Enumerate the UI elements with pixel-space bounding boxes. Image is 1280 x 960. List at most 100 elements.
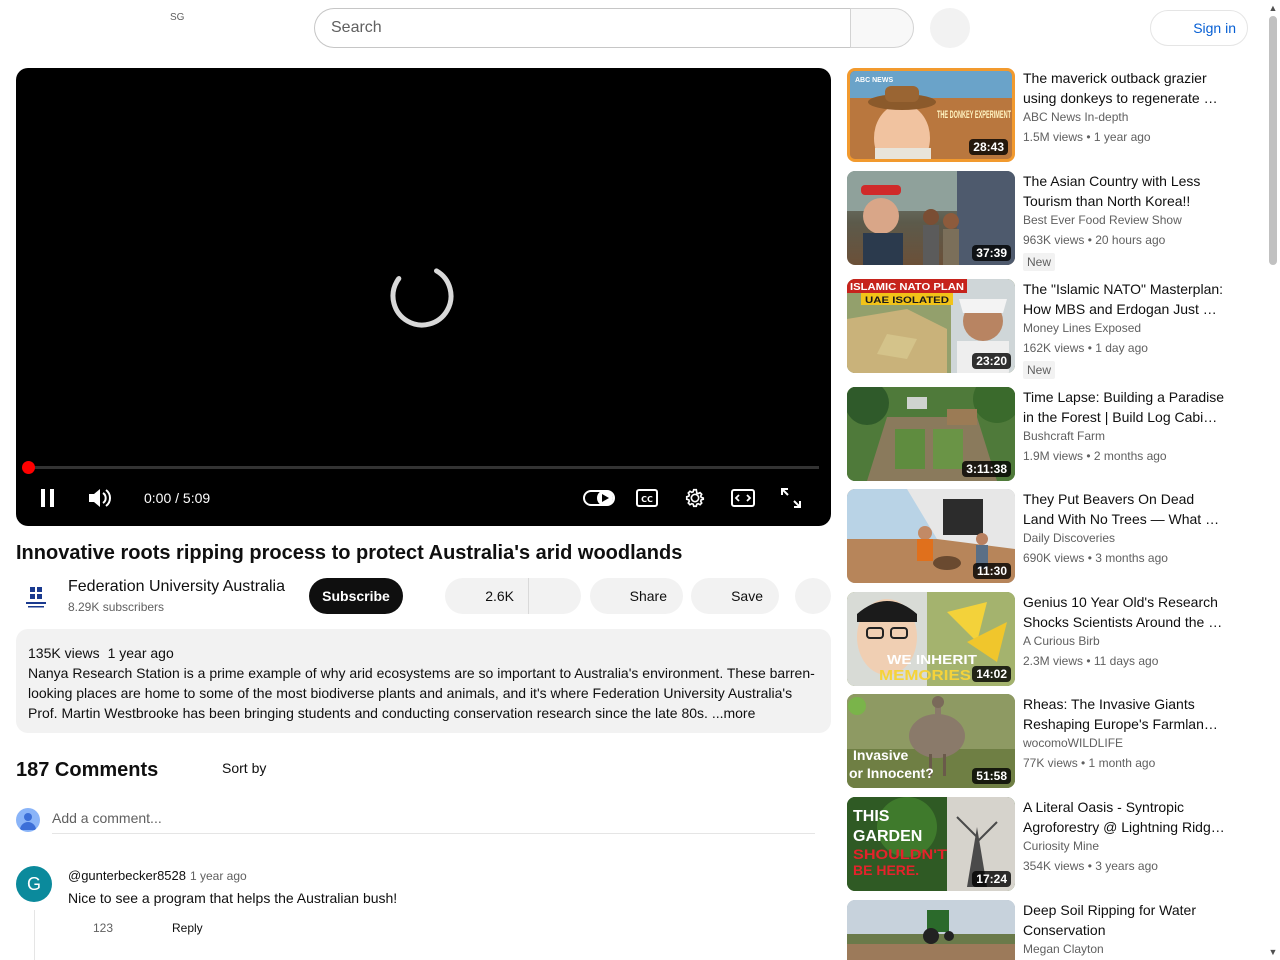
add-comment-input[interactable]: Add a comment...: [52, 810, 815, 834]
video-thumbnail[interactable]: [847, 900, 1015, 960]
video-title: Innovative roots ripping process to prot…: [16, 542, 683, 564]
channel-name[interactable]: ABC News In-depth: [1023, 110, 1128, 124]
video-title-link[interactable]: The Asian Country with Less Tourism than…: [1023, 171, 1228, 211]
description-body: Nanya Research Station is a prime exampl…: [28, 665, 815, 721]
save-button[interactable]: Save: [691, 578, 779, 614]
video-title-link[interactable]: Rheas: The Invasive Giants Reshaping Eur…: [1023, 694, 1228, 734]
video-title-link[interactable]: Deep Soil Ripping for Water Conservation: [1023, 900, 1228, 940]
share-button[interactable]: Share: [590, 578, 683, 614]
person-icon: [20, 813, 36, 830]
comment-reply-button[interactable]: Reply: [172, 921, 203, 935]
video-thumbnail[interactable]: 3:11:38: [847, 387, 1015, 481]
video-duration: 23:20: [972, 353, 1011, 369]
pause-icon: [41, 489, 54, 507]
subscribe-label: Subscribe: [322, 588, 390, 604]
thread-line: [34, 910, 35, 960]
comment-time[interactable]: 1 year ago: [190, 869, 247, 883]
description-box[interactable]: 135K views 1 year ago Nanya Research Stat…: [16, 629, 831, 733]
user-avatar: [16, 808, 40, 832]
comment-avatar[interactable]: G: [16, 866, 52, 902]
thumb-title-text: Invasive: [853, 747, 908, 763]
federation-logo-icon: [26, 587, 46, 608]
video-duration: 17:24: [972, 871, 1011, 887]
voice-search-button[interactable]: [930, 8, 970, 48]
theater-mode-button[interactable]: [730, 486, 756, 510]
thumb-title-text: THIS: [853, 808, 890, 825]
video-thumbnail[interactable]: THIS GARDEN SHOULDN'T BE HERE. 17:24: [847, 797, 1015, 891]
video-title-link[interactable]: The "Islamic NATO" Masterplan: How MBS a…: [1023, 279, 1228, 319]
channel-name[interactable]: Curiosity Mine: [1023, 839, 1099, 853]
sign-in-button[interactable]: Sign in: [1150, 10, 1248, 46]
video-thumbnail[interactable]: Invasive or Innocent? 51:58: [847, 694, 1015, 788]
thumb-title-text: WE INHERIT: [887, 652, 977, 667]
thumbnail-art: [847, 900, 1015, 960]
more-actions-button[interactable]: [795, 578, 831, 614]
channel-name[interactable]: Megan Clayton: [1023, 942, 1104, 956]
video-thumbnail[interactable]: WE INHERIT MEMORIES 14:02: [847, 592, 1015, 686]
like-button[interactable]: 2.6K: [445, 578, 529, 614]
channel-name[interactable]: Daily Discoveries: [1023, 531, 1115, 545]
video-duration: 3:11:38: [962, 461, 1011, 477]
thumb-subtitle-text: MEMORIES: [879, 667, 971, 684]
video-meta: 1.9M views • 2 months ago: [1023, 449, 1167, 463]
settings-button[interactable]: [683, 486, 707, 510]
video-meta: 2.3M views • 11 days ago: [1023, 654, 1159, 668]
channel-name[interactable]: wocomoWILDLIFE: [1023, 736, 1123, 750]
scroll-down-icon[interactable]: ▼: [1268, 947, 1278, 957]
thumb-badge-text: ABC NEWS: [855, 77, 893, 84]
scroll-up-icon[interactable]: ▲: [1268, 3, 1278, 13]
video-meta: 963K views • 20 hours ago: [1023, 233, 1166, 247]
video-title-link[interactable]: Genius 10 Year Old's Research Shocks Sci…: [1023, 592, 1228, 632]
search-input[interactable]: [314, 8, 850, 48]
video-thumbnail[interactable]: 11:30: [847, 489, 1015, 583]
video-duration: 37:39: [972, 245, 1011, 261]
volume-button[interactable]: [86, 486, 114, 510]
comment-author[interactable]: @gunterbecker8528: [68, 868, 186, 883]
captions-icon: CC: [636, 489, 658, 507]
channel-name[interactable]: Bushcraft Farm: [1023, 429, 1105, 443]
comment-like-count: 123: [93, 921, 114, 935]
channel-avatar[interactable]: [16, 578, 56, 618]
dislike-button[interactable]: [529, 578, 581, 614]
show-more-link[interactable]: ...more: [712, 705, 756, 721]
video-thumbnail[interactable]: ISLAMIC NATO PLAN UAE ISOLATED 23:20: [847, 279, 1015, 373]
subscribe-button[interactable]: Subscribe: [309, 578, 403, 614]
comments-count: 187 Comments: [16, 759, 159, 781]
autoplay-toggle[interactable]: [582, 486, 616, 510]
video-title-link[interactable]: They Put Beavers On Dead Land With No Tr…: [1023, 489, 1228, 529]
new-badge: New: [1023, 361, 1056, 379]
like-count: 2.6K: [485, 588, 514, 604]
video-title-link[interactable]: A Literal Oasis - Syntropic Agroforestry…: [1023, 797, 1228, 837]
video-thumbnail[interactable]: 37:39: [847, 171, 1015, 265]
thumb-title-text-2: GARDEN: [853, 828, 922, 845]
progress-bar[interactable]: [28, 466, 819, 469]
svg-text:CC: CC: [641, 495, 653, 504]
description-text: Nanya Research Station is a prime exampl…: [28, 663, 819, 723]
fullscreen-icon: [781, 488, 801, 508]
pause-button[interactable]: [36, 486, 60, 510]
new-badge: New: [1023, 253, 1056, 271]
page-scrollbar[interactable]: ▲ ▼: [1266, 0, 1280, 960]
video-title-link[interactable]: Time Lapse: Building a Paradise in the F…: [1023, 387, 1228, 427]
video-player[interactable]: 0:00 / 5:09 CC: [16, 68, 831, 526]
search-button[interactable]: [850, 8, 914, 48]
scrubber-handle[interactable]: [22, 461, 35, 474]
video-duration: 14:02: [972, 666, 1011, 682]
video-meta: 1.5M views • 1 year ago: [1023, 130, 1151, 144]
like-dislike-group: 2.6K: [445, 578, 581, 614]
channel-name[interactable]: Best Ever Food Review Show: [1023, 213, 1182, 227]
captions-button[interactable]: CC: [635, 486, 659, 510]
sign-in-label: Sign in: [1193, 20, 1236, 36]
thumb-title-text: ISLAMIC NATO PLAN: [850, 282, 964, 293]
video-title-link[interactable]: The maverick outback grazier using donke…: [1023, 68, 1228, 108]
subscriber-count: 8.29K subscribers: [68, 600, 165, 614]
video-thumbnail[interactable]: ABC NEWS THE DONKEY EXPERIMENT 28:43: [847, 68, 1015, 162]
channel-name[interactable]: A Curious Birb: [1023, 634, 1100, 648]
autoplay-toggle-icon: [583, 490, 615, 506]
fullscreen-button[interactable]: [779, 486, 803, 510]
sort-by-button[interactable]: Sort by: [222, 760, 266, 776]
channel-name[interactable]: Money Lines Exposed: [1023, 321, 1141, 335]
channel-name[interactable]: Federation University Australia: [68, 578, 285, 596]
view-meta: 135K views 1 year ago: [28, 643, 819, 663]
scroll-thumb[interactable]: [1269, 16, 1277, 265]
